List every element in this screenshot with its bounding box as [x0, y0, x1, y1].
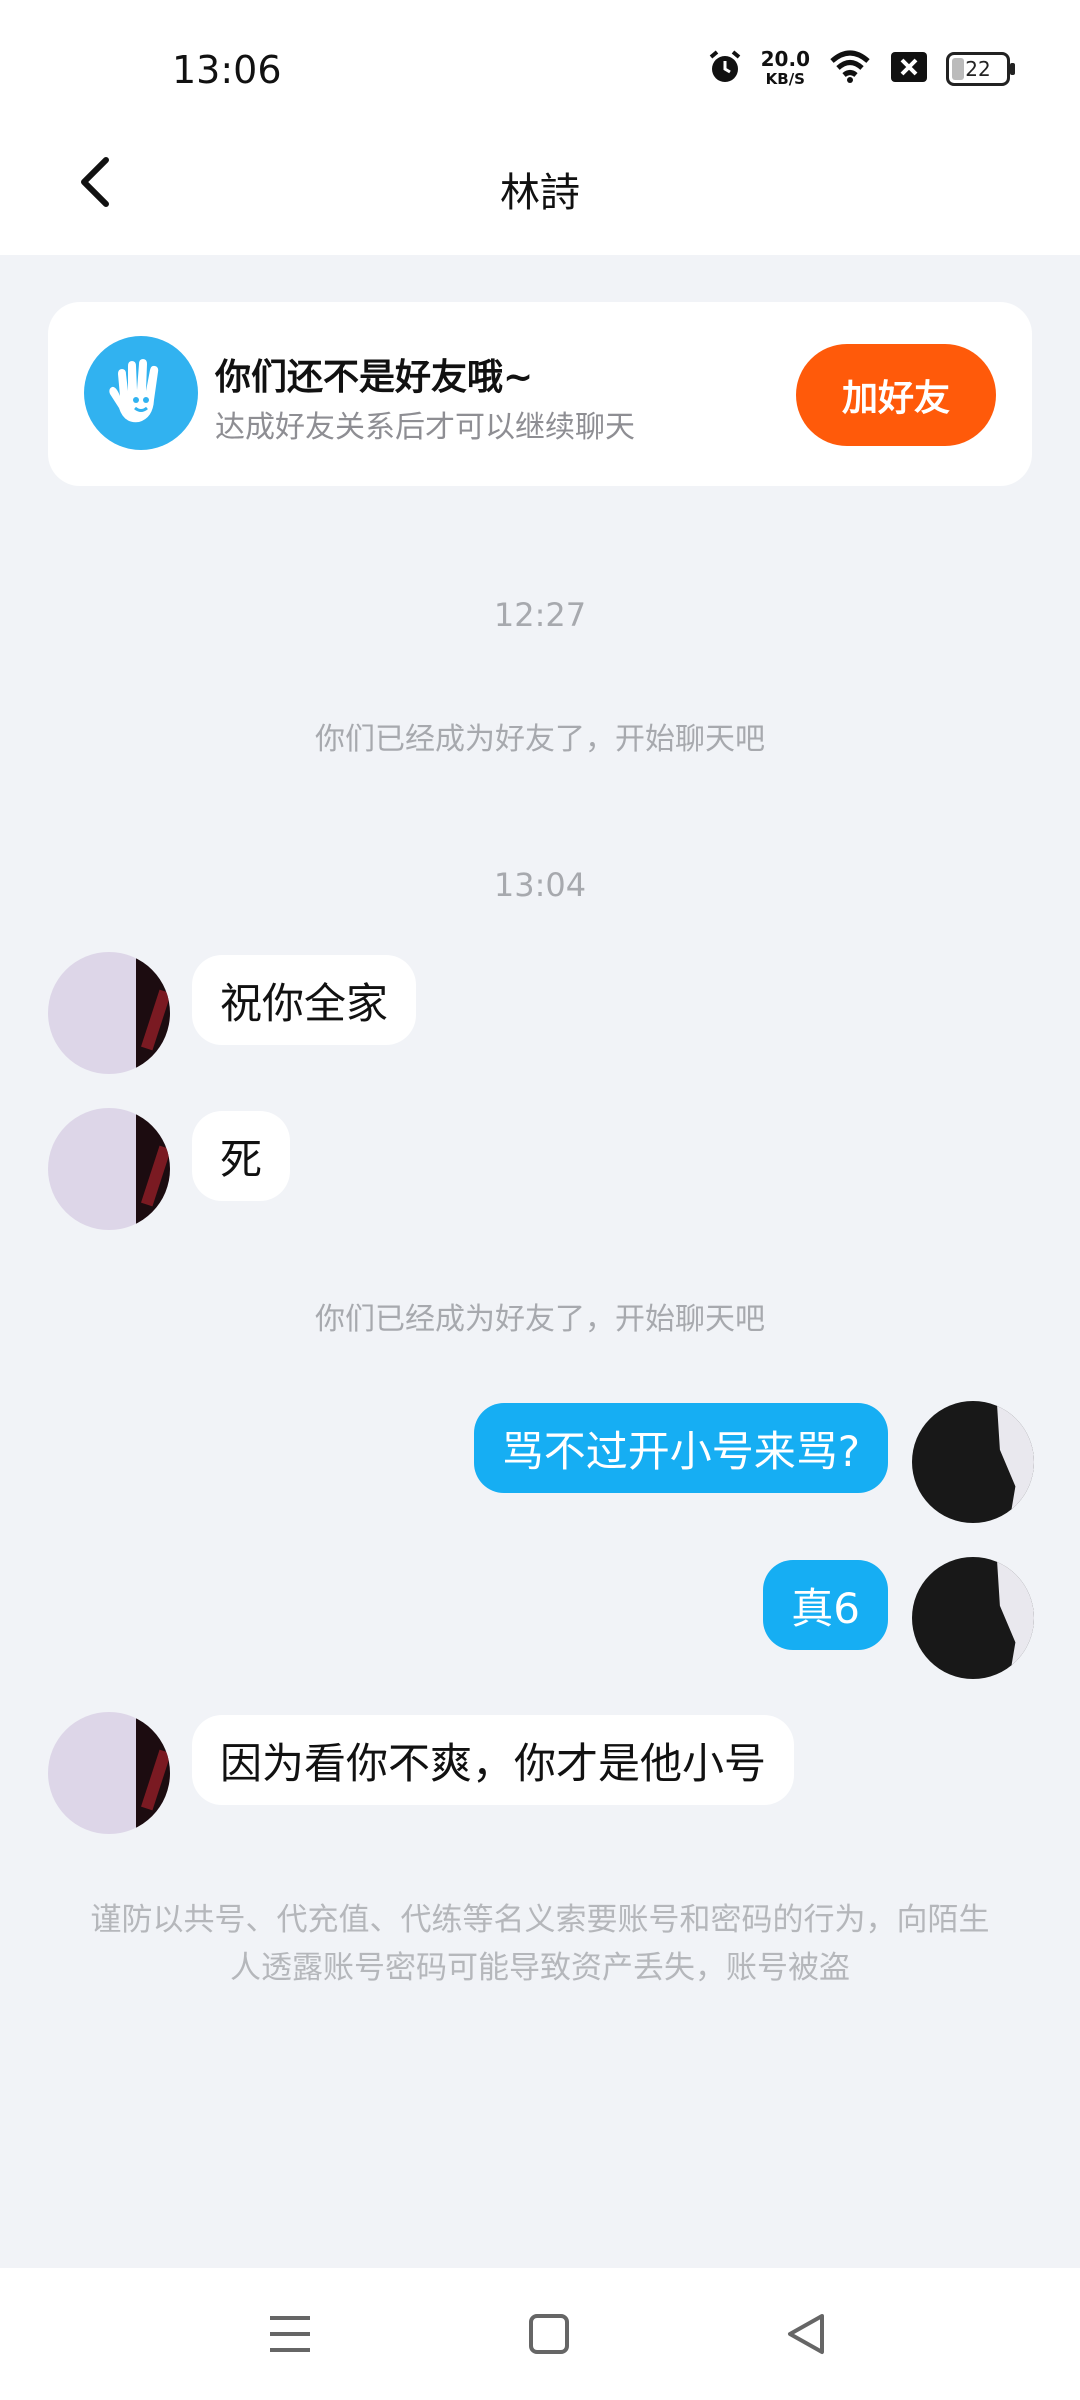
- wifi-icon: [828, 49, 872, 89]
- sim-blocked-icon: [890, 51, 928, 87]
- back-triangle-icon[interactable]: [778, 2308, 834, 2360]
- message-bubble-outgoing[interactable]: 骂不过开小号来骂?: [473, 1403, 888, 1493]
- chat-header: 林詩: [0, 120, 1080, 255]
- hand-icon: [84, 336, 198, 450]
- battery-icon: 22: [946, 52, 1015, 86]
- home-icon[interactable]: [521, 2308, 577, 2360]
- alarm-icon: [707, 49, 743, 89]
- status-time: 13:06: [172, 48, 282, 92]
- add-friend-button[interactable]: 加好友: [796, 344, 996, 446]
- avatar[interactable]: [912, 1557, 1034, 1679]
- system-message: 你们已经成为好友了，开始聊天吧: [315, 722, 765, 757]
- status-bar: 13:06 20.0 KB/S 22: [0, 0, 1080, 140]
- avatar[interactable]: [48, 1108, 170, 1230]
- status-icons: 20.0 KB/S 22: [707, 46, 1015, 92]
- message-bubble-incoming[interactable]: 死: [192, 1111, 291, 1201]
- message-bubble-incoming[interactable]: 祝你全家: [192, 955, 417, 1045]
- net-speed-unit: KB/S: [765, 70, 805, 88]
- net-speed-value: 20.0: [760, 47, 810, 71]
- timestamp: 12:27: [493, 596, 587, 634]
- avatar[interactable]: [912, 1401, 1034, 1523]
- friend-request-card: 你们还不是好友哦~ 达成好友关系后才可以继续聊天 加好友: [48, 302, 1032, 486]
- net-speed: 20.0 KB/S: [761, 49, 810, 89]
- navigation-bar: [0, 2268, 1080, 2400]
- message-bubble-incoming[interactable]: 因为看你不爽，你才是他小号: [192, 1715, 795, 1805]
- avatar[interactable]: [48, 1712, 170, 1834]
- card-subtitle: 达成好友关系后才可以继续聊天: [215, 410, 635, 445]
- page-title: 林詩: [500, 170, 580, 216]
- security-warning: 谨防以共号、代充值、代练等名义索要账号和密码的行为，向陌生人透露账号密码可能导致…: [90, 1902, 990, 1986]
- system-message: 你们已经成为好友了，开始聊天吧: [315, 1302, 765, 1337]
- menu-icon[interactable]: [262, 2308, 318, 2360]
- card-title: 你们还不是好友哦~: [215, 357, 534, 398]
- avatar[interactable]: [48, 952, 170, 1074]
- timestamp: 13:04: [493, 866, 587, 904]
- battery-level: 22: [965, 57, 991, 81]
- message-bubble-outgoing[interactable]: 真6: [763, 1560, 888, 1650]
